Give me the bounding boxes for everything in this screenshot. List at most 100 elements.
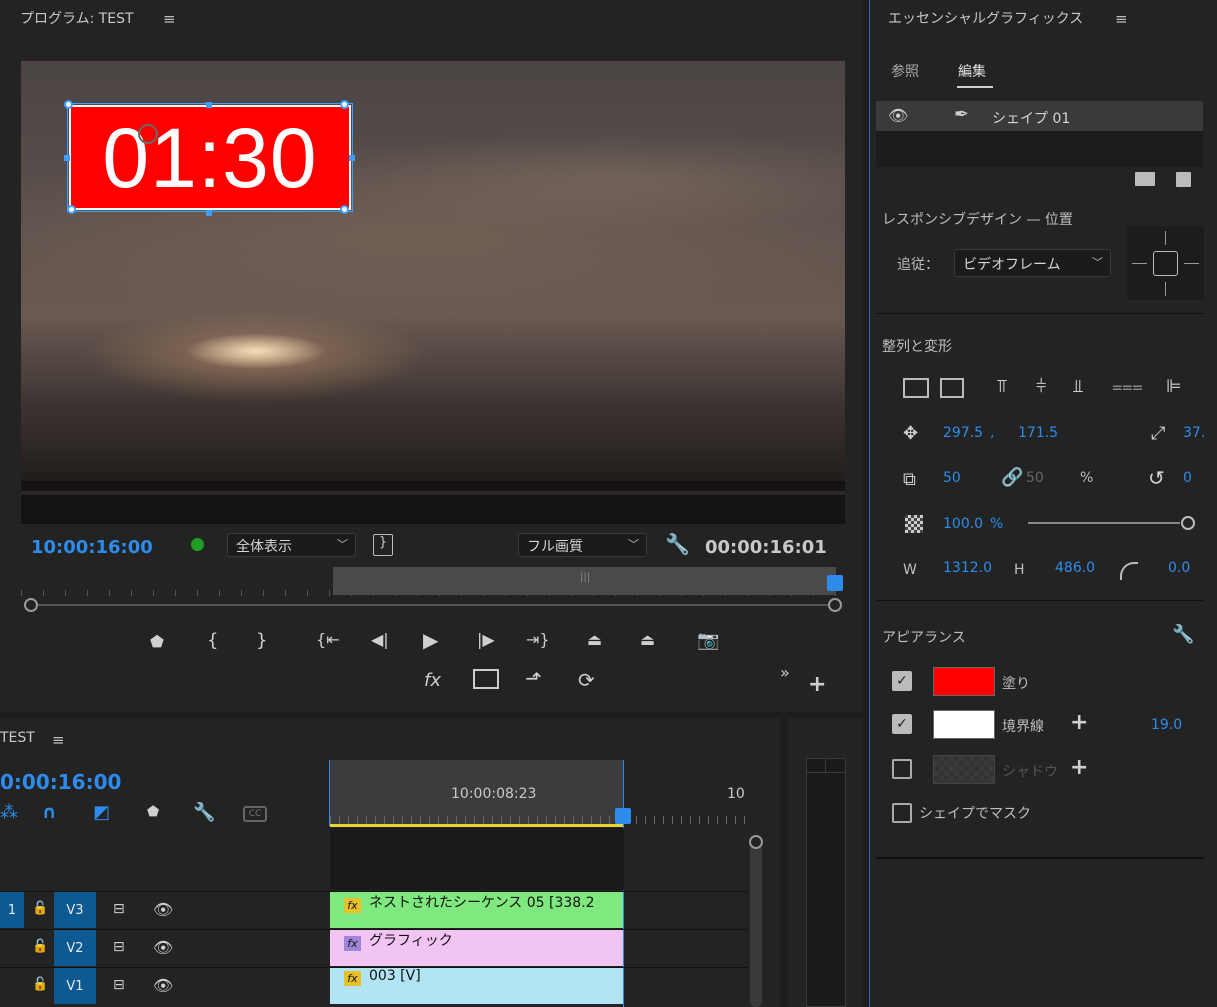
fill-color-swatch[interactable] [933,667,995,696]
eye-icon[interactable]: 👁 [153,976,173,995]
source-target-v1[interactable]: 1 [0,892,24,928]
clip-graphic[interactable]: fx グラフィック [330,930,623,966]
add-shadow-plus-icon[interactable]: + [1070,755,1088,780]
new-layer-icon[interactable] [1176,172,1191,187]
eye-icon[interactable]: 👁 [153,900,173,919]
opacity-slider-thumb[interactable] [1181,516,1195,530]
sync-lock-icon[interactable]: ⊟ [113,901,125,917]
handle-bl[interactable] [67,205,76,214]
camera-icon[interactable]: 📷 [697,630,719,651]
bracket-icon[interactable]: } [373,534,393,556]
hamburger-menu-icon[interactable]: ≡ [163,10,176,28]
tab-edit[interactable]: 編集 [958,61,986,81]
hamburger-menu-icon[interactable]: ≡ [52,731,65,749]
mark-in-button[interactable]: { [207,630,218,651]
sync-lock-icon[interactable]: ⊟ [113,977,125,993]
linked-selection-icon[interactable]: ◩ [93,802,110,823]
fill-checkbox[interactable]: ✓ [892,671,912,691]
step-back-button[interactable]: ◀| [371,630,389,649]
playhead-marker[interactable] [827,575,843,591]
pin-bottom[interactable] [1165,282,1166,296]
anchor-point-icon[interactable] [138,124,158,144]
handle-top[interactable] [206,102,212,108]
link-chain-icon[interactable]: 🔗 [1001,467,1023,488]
add-button-plus-icon[interactable]: + [808,672,826,697]
mask-with-shape-checkbox[interactable] [892,803,912,823]
hamburger-menu-icon[interactable]: ≡ [1115,10,1128,28]
timeline-settings-wrench-icon[interactable]: 🔧 [193,802,215,823]
handle-bottom[interactable] [206,210,212,216]
scale-value[interactable]: 50 [943,470,961,486]
height-value[interactable]: 486.0 [1055,560,1095,576]
timeline-timecode[interactable]: 0:00:16:00 [0,770,121,794]
anchor-value[interactable]: 37. [1183,425,1205,441]
more-buttons-icon[interactable]: » [780,663,790,682]
clip-003[interactable]: fx 003 [V] [330,968,623,1004]
wrench-icon[interactable]: 🔧 [1172,624,1194,645]
opacity-value[interactable]: 100.0 [943,516,983,532]
go-to-in-button[interactable]: {⇤ [316,630,340,649]
add-stroke-plus-icon[interactable]: + [1070,710,1088,735]
timeline-vscroll-handle[interactable] [749,835,763,849]
track-target-v2[interactable]: V2 [54,930,96,966]
opacity-slider-track[interactable] [1028,522,1180,524]
handle-tr[interactable] [340,100,349,109]
quality-select[interactable]: フル画質 ﹀ [518,533,647,557]
play-button[interactable]: ▶ [423,628,438,652]
pin-right[interactable] [1184,263,1199,264]
handle-tl[interactable] [64,100,73,109]
captions-icon[interactable]: CC [243,806,267,822]
stroke-checkbox[interactable]: ✓ [892,714,912,734]
lock-icon[interactable]: 🔓 [32,939,48,954]
sync-lock-icon[interactable]: ⊟ [113,939,125,955]
zoom-scrollbar-track[interactable] [30,604,836,606]
width-value[interactable]: 1312.0 [943,560,992,576]
work-area-bar[interactable] [330,824,624,827]
step-forward-button[interactable]: |▶ [477,630,495,649]
pin-left[interactable] [1132,263,1147,264]
corner-radius-value[interactable]: 0.0 [1168,560,1190,576]
position-y[interactable]: 171.5 [1018,425,1058,441]
eye-icon[interactable]: 👁 [888,106,908,125]
pin-top[interactable] [1165,231,1166,245]
handle-br[interactable] [340,205,349,214]
align-left-icon[interactable]: ⊫ [1166,376,1182,397]
follow-select[interactable]: ビデオフレーム ﹀ [954,249,1111,277]
rotation-value[interactable]: 0 [1183,470,1192,486]
add-marker-button[interactable]: ⬟ [150,632,164,651]
current-timecode[interactable]: 10:00:16:00 [31,537,153,558]
distribute-vertical-icon[interactable]: ⩶ [1112,376,1143,397]
align-to-frame-icon[interactable] [940,378,964,398]
overwrite-icon[interactable]: ⟳ [578,668,595,692]
shadow-color-swatch[interactable] [933,755,995,784]
safe-margins-button[interactable] [473,669,499,689]
extract-button[interactable]: ⏏ [640,630,655,649]
tab-browse[interactable]: 参照 [891,61,919,81]
zoom-scrollbar-left-handle[interactable] [24,598,38,612]
align-vertical-center-icon[interactable]: ⫩ [1036,376,1046,397]
position-x[interactable]: 297.5 [943,425,983,441]
track-target-v3[interactable]: V3 [54,892,96,928]
go-to-out-button[interactable]: ⇥} [526,630,550,649]
align-to-selection-icon[interactable] [903,378,929,398]
handle-left[interactable] [64,155,70,161]
track-target-v1[interactable]: V1 [54,968,96,1004]
timeline-vscroll-track[interactable] [750,836,762,1007]
lift-button[interactable]: ⏏ [587,630,602,649]
pin-to-edges-widget[interactable] [1127,226,1204,300]
clip-nested-sequence[interactable]: fx ネストされたシーケンス 05 [338.2 [330,892,623,928]
stroke-color-swatch[interactable] [933,710,995,739]
lock-icon[interactable]: 🔓 [32,977,48,992]
zoom-select[interactable]: 全体表示 ﹀ [227,533,356,557]
new-group-folder-icon[interactable] [1135,172,1155,186]
eye-icon[interactable]: 👁 [153,938,173,957]
align-bottom-icon[interactable]: ⫫ [1073,376,1083,397]
lock-icon[interactable]: 🔓 [32,901,48,916]
wrench-icon[interactable]: 🔧 [665,532,690,556]
zoom-scrollbar-right-handle[interactable] [828,598,842,612]
snap-magnet-icon[interactable]: ∩ [42,802,57,823]
nest-toggle-icon[interactable]: ⁂ [0,802,18,823]
shadow-checkbox[interactable] [892,759,912,779]
stroke-width-value[interactable]: 19.0 [1151,717,1182,733]
align-top-icon[interactable]: ⫪ [997,376,1007,397]
